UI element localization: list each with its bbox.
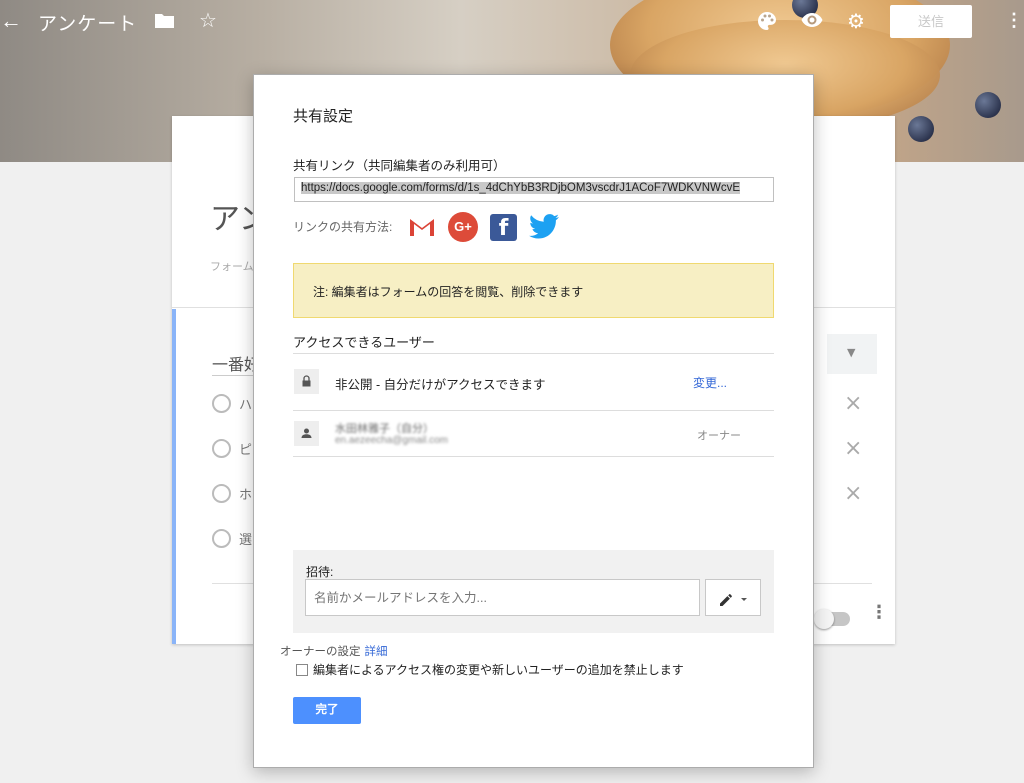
owner-settings-row: オーナーの設定 詳細 (280, 643, 388, 659)
radio-icon (212, 529, 231, 548)
twitter-icon[interactable] (529, 213, 559, 243)
google-plus-icon[interactable]: G+ (448, 212, 478, 242)
restrict-editors-checkbox[interactable] (296, 663, 308, 676)
editor-note: 注: 編集者はフォームの回答を閲覧、削除できます (293, 263, 774, 318)
divider (293, 410, 774, 411)
owner-name: 水田林雅子（自分） (335, 423, 434, 435)
access-section-label: アクセスできるユーザー (293, 335, 435, 350)
radio-icon (212, 439, 231, 458)
invite-panel: 招待: (293, 550, 774, 633)
facebook-icon[interactable]: f (490, 214, 517, 241)
option-label[interactable]: ハ (239, 394, 252, 413)
top-toolbar: ← アンケート ☆ ⚙ 送信 ⋮ (0, 0, 1024, 44)
done-button[interactable]: 完了 (293, 697, 361, 724)
gmail-icon[interactable] (407, 212, 437, 242)
invite-label: 招待: (306, 565, 334, 579)
arrow-left-icon[interactable]: ← (0, 8, 22, 34)
option-label[interactable]: ピ (239, 439, 252, 458)
gear-icon[interactable]: ⚙ (847, 9, 865, 34)
eye-icon[interactable] (801, 11, 823, 34)
radio-icon (212, 394, 231, 413)
divider (293, 456, 774, 457)
invite-email-input[interactable] (305, 579, 700, 616)
blueberry-image (908, 116, 934, 142)
share-via-label: リンクの共有方法: (293, 220, 393, 234)
restrict-editors-label[interactable]: 編集者によるアクセス権の変更や新しいユーザーの追加を禁止します (313, 661, 684, 678)
folder-icon[interactable] (155, 13, 174, 28)
radio-icon (212, 484, 231, 503)
owner-settings-label: オーナーの設定 (280, 646, 361, 658)
option-row[interactable]: 選 (212, 529, 252, 548)
close-icon[interactable]: × (844, 436, 862, 461)
blueberry-image (975, 92, 1001, 118)
lock-icon (294, 369, 319, 394)
star-icon[interactable]: ☆ (199, 8, 217, 33)
close-icon[interactable]: × (844, 391, 862, 416)
dialog-title: 共有設定 (293, 108, 354, 125)
more-vert-icon[interactable]: ⋮ (870, 602, 888, 623)
required-toggle[interactable] (814, 609, 850, 629)
question-type-dropdown[interactable]: ▼ (827, 334, 877, 374)
person-icon (294, 421, 319, 446)
share-link-label: 共有リンク（共同編集者のみ利用可） (293, 159, 506, 173)
chevron-down-icon: ▼ (847, 346, 856, 359)
restrict-editors-row[interactable]: 編集者によるアクセス権の変更や新しいユーザーの追加を禁止します (296, 661, 684, 678)
divider (293, 353, 774, 354)
change-access-link[interactable]: 変更... (693, 374, 727, 391)
send-button[interactable]: 送信 (890, 5, 972, 38)
sharing-dialog: 共有設定 共有リンク（共同編集者のみ利用可） https://docs.goog… (253, 74, 814, 768)
option-row[interactable]: ピ (212, 439, 252, 458)
form-title[interactable]: アンケート (38, 9, 137, 36)
share-link-url[interactable]: https://docs.google.com/forms/d/1s_4dChY… (301, 182, 741, 194)
palette-icon[interactable] (757, 11, 777, 36)
access-visibility-text: 非公開 - 自分だけがアクセスできます (335, 378, 546, 392)
form-description[interactable]: フォーム (210, 258, 254, 274)
option-row[interactable]: ハ (212, 394, 252, 413)
more-vert-icon[interactable]: ⋮ (1005, 10, 1023, 31)
permission-dropdown-button[interactable] (705, 579, 761, 616)
option-row[interactable]: ホ (212, 484, 252, 503)
option-label[interactable]: 選 (239, 529, 252, 548)
owner-settings-detail-link[interactable]: 詳細 (365, 646, 388, 658)
owner-role-label: オーナー (697, 430, 741, 442)
owner-email: en.aezeecha@gmail.com (335, 435, 448, 446)
share-link-field[interactable]: https://docs.google.com/forms/d/1s_4dChY… (294, 177, 774, 202)
option-label[interactable]: ホ (239, 484, 252, 503)
close-icon[interactable]: × (844, 481, 862, 506)
